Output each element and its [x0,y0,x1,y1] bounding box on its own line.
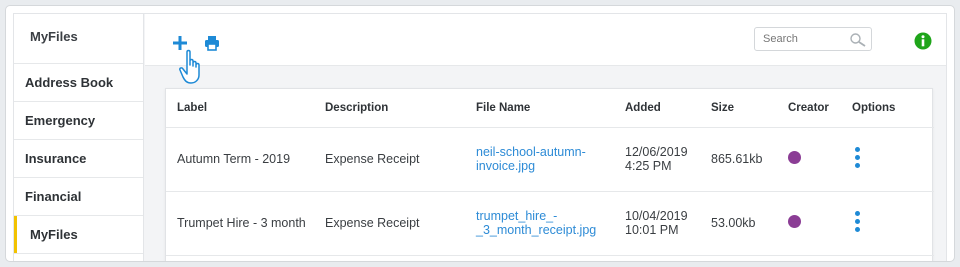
table-row: Trumpet Hire - 3 month Expense Receipt t… [166,191,934,256]
search-box [754,27,872,51]
added-date: 10/04/2019 [625,209,688,223]
file-link[interactable]: neil-school-autumn-invoice.jpg [476,145,586,173]
column-header-creator: Creator [777,89,841,128]
sidebar: MyFiles Address Book Emergency Insurance… [14,14,144,261]
sidebar-item-myfiles[interactable]: MyFiles [14,216,143,254]
cell-options [841,127,934,192]
sidebar-item-financial[interactable]: Financial [14,178,143,216]
printer-icon [205,36,219,51]
column-header-options: Options [841,89,934,128]
cell-label: Autumn Term - 2019 [166,127,314,192]
cell-options [841,191,934,256]
column-header-file-name: File Name [465,89,614,128]
added-time: 10:01 PM [625,223,679,237]
cell-size: 53.00kb [700,191,777,256]
main-content: Label Description File Name Added Size C… [145,14,946,261]
cell-added: 12/06/2019 4:25 PM [614,127,700,192]
sidebar-item-address-book[interactable]: Address Book [14,64,143,102]
files-table: Label Description File Name Added Size C… [166,89,934,256]
options-menu-icon[interactable] [854,146,862,169]
cell-label: Trumpet Hire - 3 month [166,191,314,256]
column-header-added: Added [614,89,700,128]
info-icon[interactable] [914,32,932,50]
column-header-size: Size [700,89,777,128]
options-menu-icon[interactable] [854,210,862,233]
creator-avatar-dot [788,151,801,164]
add-file-button[interactable] [171,34,189,52]
files-table-card: Label Description File Name Added Size C… [165,88,934,261]
cell-description: Expense Receipt [314,127,465,192]
app-window: MyFiles Address Book Emergency Insurance… [5,5,955,262]
pointer-hand-icon [179,49,200,84]
column-header-label: Label [166,89,314,128]
cell-creator [777,127,841,192]
toolbar [145,14,946,84]
cell-creator [777,191,841,256]
search-input[interactable] [763,33,849,45]
table-row: Autumn Term - 2019 Expense Receipt neil-… [166,127,934,192]
cell-size: 865.61kb [700,127,777,192]
cell-file-name: trumpet_hire_-_3_month_receipt.jpg [465,191,614,256]
sidebar-item-emergency[interactable]: Emergency [14,102,143,140]
column-header-description: Description [314,89,465,128]
plus-icon [173,36,187,50]
cell-description: Expense Receipt [314,191,465,256]
search-icon[interactable] [849,32,867,48]
table-header-row: Label Description File Name Added Size C… [166,89,934,128]
added-date: 12/06/2019 [625,145,688,159]
print-button[interactable] [203,34,221,52]
sidebar-item-insurance[interactable]: Insurance [14,140,143,178]
cell-added: 10/04/2019 10:01 PM [614,191,700,256]
app-body: MyFiles Address Book Emergency Insurance… [13,13,947,261]
file-link[interactable]: trumpet_hire_-_3_month_receipt.jpg [476,209,596,237]
cell-file-name: neil-school-autumn-invoice.jpg [465,127,614,192]
creator-avatar-dot [788,215,801,228]
sidebar-title: MyFiles [14,14,143,64]
added-time: 4:25 PM [625,159,672,173]
